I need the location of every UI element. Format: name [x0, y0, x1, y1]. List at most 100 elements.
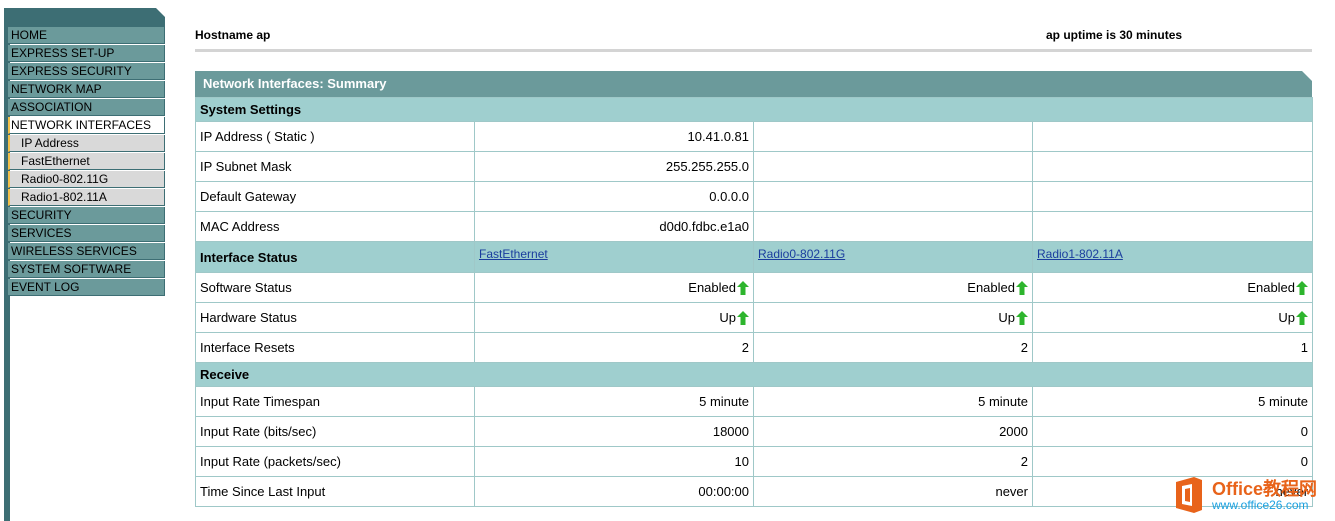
left-navigation: HOME EXPRESS SET-UP EXPRESS SECURITY NETWOR…: [0, 0, 172, 521]
interface-header-cell: Radio0-802.11G: [753, 241, 1033, 273]
table-row: MAC Address d0d0.fdbc.e1a0: [195, 211, 1314, 242]
status-value: 1: [1300, 340, 1309, 355]
office-watermark: Office教程网 www.office26.com: [1170, 470, 1335, 521]
table-row: Default Gateway 0.0.0.0: [195, 181, 1314, 212]
row-label: Input Rate Timespan: [195, 386, 475, 417]
panel-title: Network Interfaces: Summary: [195, 71, 1312, 97]
nav-item-system-software[interactable]: SYSTEM SOFTWARE: [8, 261, 165, 278]
section-receive: Receive: [194, 362, 1314, 387]
empty-cell: [753, 211, 1033, 242]
section-interface-status: Interface Status FastEthernet Radio0-802.1…: [195, 241, 1314, 273]
nav-item-express-set-up[interactable]: EXPRESS SET-UP: [8, 45, 165, 62]
uptime-label: ap uptime is 30 minutes: [1046, 28, 1183, 42]
link-fastethernet[interactable]: FastEthernet: [479, 247, 548, 261]
nav-menu: HOME EXPRESS SET-UP EXPRESS SECURITY NETWOR…: [8, 27, 165, 297]
row-value-cell: Enabled: [474, 272, 754, 303]
row-value-cell: Enabled: [753, 272, 1033, 303]
table-row: Input Rate (packets/sec) 10 2 0: [195, 446, 1314, 477]
row-value-cell: 2: [474, 332, 754, 363]
interface-header-cell: Radio1-802.11A: [1031, 241, 1314, 273]
green-up-arrow-icon: [737, 311, 749, 326]
row-value: 5 minute: [1031, 386, 1314, 417]
table-row: IP Subnet Mask 255.255.255.0: [195, 151, 1314, 182]
row-value-cell: Up: [753, 302, 1033, 333]
row-value: never: [753, 476, 1033, 507]
office-logo-icon: [1176, 477, 1202, 513]
network-interfaces-panel: Network Interfaces: Summary System Setti…: [194, 71, 1314, 507]
row-value: 5 minute: [474, 386, 754, 417]
status-value: 2: [1020, 340, 1028, 355]
row-value-cell: Up: [1031, 302, 1314, 333]
nav-item-home[interactable]: HOME: [8, 27, 165, 44]
table-row: Interface Resets 2 2 1: [195, 332, 1314, 363]
row-value: 10.41.0.81: [474, 121, 754, 152]
status-value: Enabled: [967, 279, 1015, 295]
row-label: Input Rate (bits/sec): [195, 416, 475, 447]
empty-cell: [753, 151, 1033, 182]
nav-item-services[interactable]: SERVICES: [8, 225, 165, 242]
row-value-cell: 2: [753, 332, 1033, 363]
nav-item-network-interfaces[interactable]: NETWORK INTERFACES: [8, 117, 165, 134]
row-label: Hardware Status: [195, 302, 475, 333]
table-row: Hardware Status Up Up Up: [195, 302, 1314, 333]
nav-item-radio1-802-11a[interactable]: Radio1-802.11A: [8, 189, 165, 206]
row-label: IP Subnet Mask: [195, 151, 475, 182]
green-up-arrow-icon: [737, 281, 749, 296]
status-value: Up: [1278, 309, 1296, 325]
row-value: 2000: [753, 416, 1033, 447]
interfaces-summary-table: System Settings IP Address ( Static ) 10.4…: [194, 97, 1314, 507]
empty-cell: [753, 181, 1033, 212]
row-label: Time Since Last Input: [195, 476, 475, 507]
nav-item-radio0-802-11g[interactable]: Radio0-802.11G: [8, 171, 165, 188]
status-value: Enabled: [688, 279, 736, 295]
row-value: d0d0.fdbc.e1a0: [474, 211, 754, 242]
empty-cell: [1031, 181, 1314, 212]
row-value: 255.255.255.0: [474, 151, 754, 182]
status-value: 2: [741, 340, 749, 355]
nav-item-event-log[interactable]: EVENT LOG: [8, 279, 165, 296]
green-up-arrow-icon: [1296, 281, 1309, 296]
row-value: 2: [753, 446, 1033, 477]
table-row: Input Rate (bits/sec) 18000 2000 0: [195, 416, 1314, 447]
green-up-arrow-icon: [1296, 311, 1309, 326]
nav-item-wireless-services[interactable]: WIRELESS SERVICES: [8, 243, 165, 260]
nav-item-fastethernet[interactable]: FastEthernet: [8, 153, 165, 170]
row-value: 10: [474, 446, 754, 477]
nav-item-network-map[interactable]: NETWORK MAP: [8, 81, 165, 98]
row-label: Default Gateway: [195, 181, 475, 212]
nav-item-ip-address[interactable]: IP Address: [8, 135, 165, 152]
table-row: IP Address ( Static ) 10.41.0.81: [195, 121, 1314, 152]
empty-cell: [1031, 151, 1314, 182]
row-value: 18000: [474, 416, 754, 447]
row-label: Input Rate (packets/sec): [195, 446, 475, 477]
row-label: MAC Address: [195, 211, 475, 242]
row-value: 5 minute: [753, 386, 1033, 417]
row-value-cell: Enabled: [1031, 272, 1314, 303]
nav-item-security[interactable]: SECURITY: [8, 207, 165, 224]
green-up-arrow-icon: [1016, 311, 1028, 326]
table-row: Time Since Last Input 00:00:00 never never: [195, 476, 1314, 507]
nav-item-association[interactable]: ASSOCIATION: [8, 99, 165, 116]
row-value: 0: [1031, 416, 1314, 447]
row-value: 0.0.0.0: [474, 181, 754, 212]
status-value: Up: [719, 309, 736, 325]
row-value: 00:00:00: [474, 476, 754, 507]
section-heading: Receive: [194, 362, 1314, 387]
table-row: Input Rate Timespan 5 minute 5 minute 5 min…: [195, 386, 1314, 417]
empty-cell: [753, 121, 1033, 152]
hostname-label: Hostname ap: [195, 28, 271, 42]
header-divider: [195, 49, 1312, 52]
table-row: Software Status Enabled Enabled Enabled: [195, 272, 1314, 303]
section-heading: System Settings: [194, 97, 1314, 122]
nav-item-express-security[interactable]: EXPRESS SECURITY: [8, 63, 165, 80]
section-heading: Interface Status: [195, 241, 475, 273]
link-radio0-802-11g[interactable]: Radio0-802.11G: [758, 247, 845, 261]
link-radio1-802-11a[interactable]: Radio1-802.11A: [1037, 247, 1123, 261]
row-value-cell: Up: [474, 302, 754, 333]
empty-cell: [1031, 121, 1314, 152]
empty-cell: [1031, 211, 1314, 242]
interface-header-cell: FastEthernet: [474, 241, 754, 273]
row-label: Interface Resets: [195, 332, 475, 363]
status-value: Up: [998, 309, 1015, 325]
status-value: Enabled: [1247, 279, 1296, 295]
